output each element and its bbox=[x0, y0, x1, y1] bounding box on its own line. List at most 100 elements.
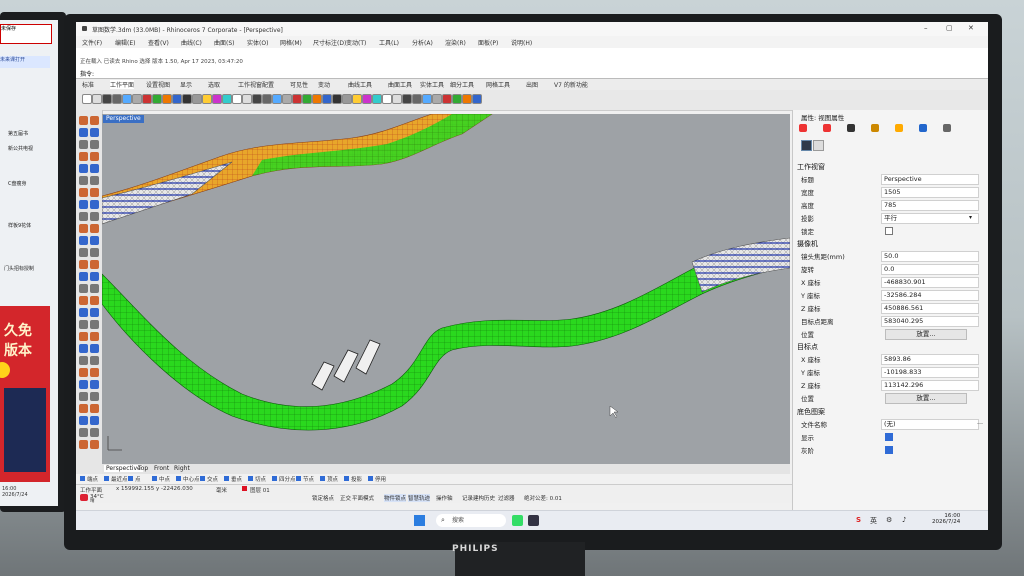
toolbar-button-icon[interactable] bbox=[222, 94, 232, 104]
toolbar-button-icon[interactable] bbox=[472, 94, 482, 104]
taskbar-clock[interactable]: 16:00 2026/7/24 bbox=[932, 513, 960, 525]
toolbar-button-icon[interactable] bbox=[462, 94, 472, 104]
tool-button-icon[interactable] bbox=[90, 152, 99, 161]
tab-item[interactable]: 曲线工具 bbox=[348, 80, 372, 89]
toolbar-button-icon[interactable] bbox=[242, 94, 252, 104]
windows-start-icon[interactable] bbox=[414, 515, 425, 526]
panel-tab-icon[interactable] bbox=[895, 124, 903, 132]
tab-item[interactable]: 标准 bbox=[82, 80, 94, 89]
status-toggle[interactable]: 记录建构历史 bbox=[462, 494, 495, 502]
tool-button-icon[interactable] bbox=[79, 176, 88, 185]
tab-item[interactable]: 曲面工具 bbox=[388, 80, 412, 89]
tool-button-icon[interactable] bbox=[90, 404, 99, 413]
tool-button-icon[interactable] bbox=[79, 200, 88, 209]
filename-field[interactable]: (无) bbox=[881, 419, 979, 430]
osnap-checkbox[interactable] bbox=[320, 476, 325, 481]
toolbar-button-icon[interactable] bbox=[272, 94, 282, 104]
background-view-icon[interactable] bbox=[813, 140, 824, 151]
tool-button-icon[interactable] bbox=[90, 296, 99, 305]
menu-item[interactable]: 文件(F) bbox=[82, 38, 102, 47]
toolbar-button-icon[interactable] bbox=[372, 94, 382, 104]
tool-button-icon[interactable] bbox=[79, 248, 88, 257]
tool-button-icon[interactable] bbox=[90, 272, 99, 281]
language-indicator[interactable]: 英 bbox=[870, 516, 877, 526]
camera-x-field[interactable]: -468830.901 bbox=[881, 277, 979, 288]
tool-button-icon[interactable] bbox=[90, 212, 99, 221]
tool-button-icon[interactable] bbox=[90, 188, 99, 197]
lens-field[interactable]: 50.0 bbox=[881, 251, 979, 262]
menu-item[interactable]: 渲染(R) bbox=[445, 38, 466, 47]
tool-button-icon[interactable] bbox=[79, 344, 88, 353]
tool-button-icon[interactable] bbox=[90, 116, 99, 125]
tool-button-icon[interactable] bbox=[90, 260, 99, 269]
toolbar-button-icon[interactable] bbox=[432, 94, 442, 104]
tool-button-icon[interactable] bbox=[90, 128, 99, 137]
projection-select[interactable]: 平行 bbox=[881, 213, 979, 224]
tool-button-icon[interactable] bbox=[90, 320, 99, 329]
tool-button-icon[interactable] bbox=[90, 344, 99, 353]
tool-button-icon[interactable] bbox=[79, 380, 88, 389]
input-method-icon[interactable]: S bbox=[856, 516, 861, 524]
tab-item[interactable]: 工作平面 bbox=[110, 80, 135, 89]
toolbar-button-icon[interactable] bbox=[302, 94, 312, 104]
tool-button-icon[interactable] bbox=[90, 356, 99, 365]
menu-item[interactable]: 变动(T) bbox=[346, 38, 366, 47]
menu-item[interactable]: 编辑(E) bbox=[115, 38, 135, 47]
panel-tab-icon[interactable] bbox=[871, 124, 879, 132]
tool-button-icon[interactable] bbox=[90, 200, 99, 209]
tool-button-icon[interactable] bbox=[79, 128, 88, 137]
toolbar-button-icon[interactable] bbox=[352, 94, 362, 104]
panel-tab-icon[interactable] bbox=[799, 124, 807, 132]
tool-button-icon[interactable] bbox=[90, 308, 99, 317]
tool-button-icon[interactable] bbox=[79, 296, 88, 305]
menu-item[interactable]: 尺寸标注(D) bbox=[313, 38, 346, 47]
tool-button-icon[interactable] bbox=[79, 416, 88, 425]
rhino-taskbar-icon[interactable] bbox=[528, 515, 539, 526]
tool-button-icon[interactable] bbox=[79, 308, 88, 317]
mic-icon[interactable]: ♪ bbox=[902, 516, 906, 524]
toolbar-button-icon[interactable] bbox=[172, 94, 182, 104]
menu-item[interactable]: 工具(L) bbox=[379, 38, 399, 47]
toolbar-button-icon[interactable] bbox=[412, 94, 422, 104]
tool-button-icon[interactable] bbox=[90, 332, 99, 341]
osnap-checkbox[interactable] bbox=[80, 476, 85, 481]
menu-item[interactable]: 曲线(C) bbox=[181, 38, 202, 47]
menu-item[interactable]: 曲面(S) bbox=[214, 38, 235, 47]
tool-button-icon[interactable] bbox=[90, 284, 99, 293]
viewport-tab[interactable]: Front bbox=[154, 465, 169, 472]
width-field[interactable]: 1505 bbox=[881, 187, 979, 198]
tool-button-icon[interactable] bbox=[79, 272, 88, 281]
target-y-field[interactable]: -10198.833 bbox=[881, 367, 979, 378]
toolbar-button-icon[interactable] bbox=[122, 94, 132, 104]
toolbar-button-icon[interactable] bbox=[332, 94, 342, 104]
viewport-tab[interactable]: Right bbox=[174, 465, 190, 472]
close-icon[interactable]: ✕ bbox=[968, 24, 974, 32]
osnap-checkbox[interactable] bbox=[272, 476, 277, 481]
target-distance-field[interactable]: 583040.295 bbox=[881, 316, 979, 327]
status-toggle[interactable]: 过滤器 bbox=[498, 494, 515, 502]
status-toggle[interactable]: 智慧轨迹 bbox=[408, 494, 431, 502]
status-toggle[interactable]: 绝对公差: 0.01 bbox=[524, 494, 562, 502]
tool-button-icon[interactable] bbox=[79, 116, 88, 125]
tool-button-icon[interactable] bbox=[79, 392, 88, 401]
tab-item[interactable]: 网格工具 bbox=[486, 80, 510, 89]
toolbar-button-icon[interactable] bbox=[322, 94, 332, 104]
title-field[interactable]: Perspective bbox=[881, 174, 979, 185]
tool-button-icon[interactable] bbox=[79, 188, 88, 197]
menu-item[interactable]: 面板(P) bbox=[478, 38, 498, 47]
settings-tray-icon[interactable]: ⚙ bbox=[886, 516, 892, 524]
toolbar-button-icon[interactable] bbox=[92, 94, 102, 104]
tool-button-icon[interactable] bbox=[90, 140, 99, 149]
tool-button-icon[interactable] bbox=[90, 416, 99, 425]
panel-tab-icon[interactable] bbox=[943, 124, 951, 132]
lock-checkbox[interactable] bbox=[885, 227, 893, 235]
tool-button-icon[interactable] bbox=[79, 140, 88, 149]
taskbar-app-icon[interactable] bbox=[512, 515, 523, 526]
toolbar-button-icon[interactable] bbox=[82, 94, 92, 104]
tab-item[interactable]: 选取 bbox=[208, 80, 220, 89]
status-toggle[interactable]: 物件锁点 bbox=[384, 494, 407, 502]
toolbar-button-icon[interactable] bbox=[422, 94, 432, 104]
tab-item[interactable]: 可见性 bbox=[290, 80, 308, 89]
tab-item[interactable]: 细分工具 bbox=[450, 80, 474, 89]
tab-item[interactable]: 出图 bbox=[526, 80, 538, 89]
